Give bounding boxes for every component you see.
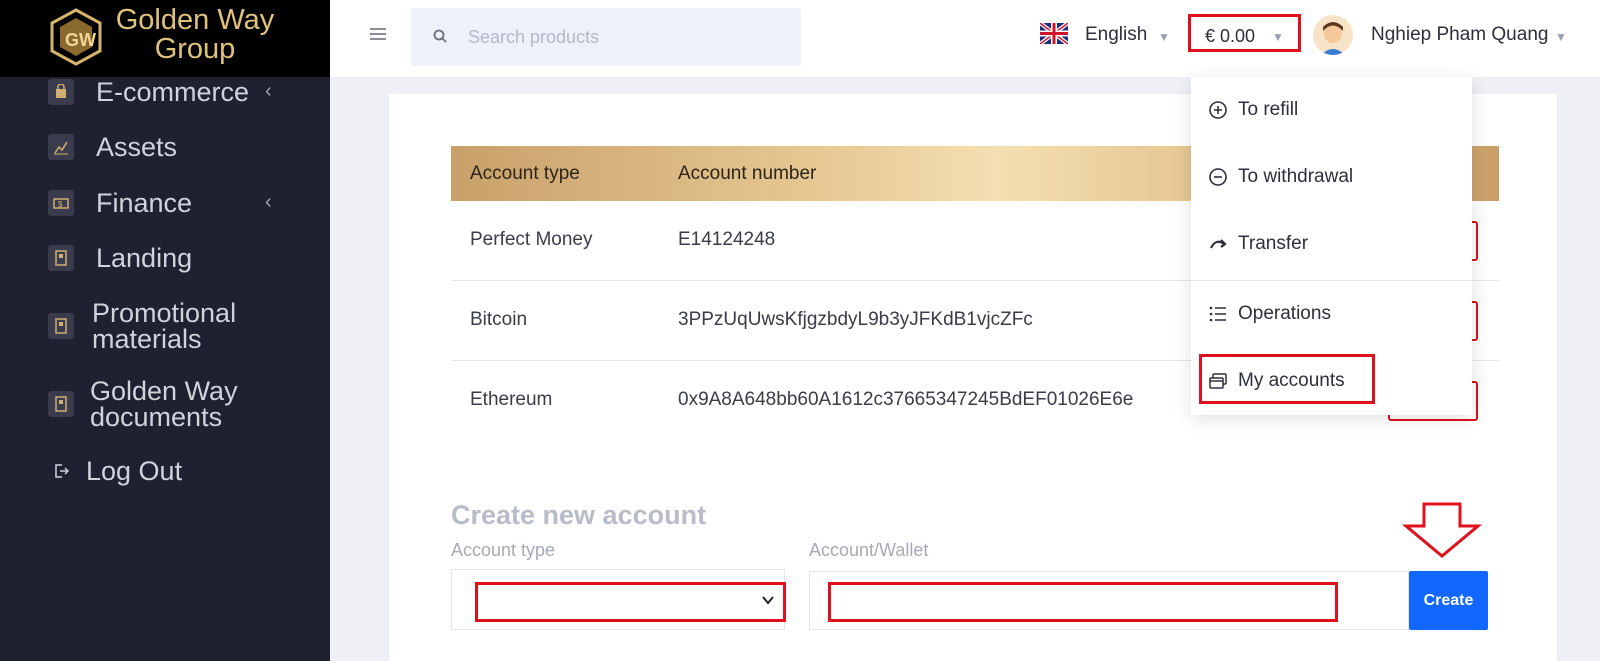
user-name[interactable]: Nghiep Pham Quang — [1371, 24, 1548, 46]
sidebar-item-promotional-materials[interactable]: Promotional materials — [48, 298, 237, 354]
chevron-down-icon[interactable]: ▼ — [1555, 30, 1567, 44]
logo-line-1: Golden Way — [115, 4, 275, 36]
balance-value: € 0.00 — [1205, 26, 1256, 46]
chart-line-icon — [48, 134, 74, 160]
chevron-left-icon[interactable]: ‹ — [265, 191, 272, 214]
menu-item-label: To withdrawal — [1238, 166, 1354, 187]
chevron-left-icon[interactable]: ‹ — [265, 80, 272, 103]
label-line-1: Promotional — [92, 298, 237, 328]
logo-line-2: Group — [154, 33, 236, 65]
down-arrow-annotation-icon — [1402, 502, 1482, 558]
sidebar-item-label: E-commerce — [96, 77, 250, 107]
sidebar-item-golden-way-documents[interactable]: Golden Way documents — [48, 376, 238, 432]
transfer-arrow-icon — [1210, 239, 1227, 249]
menu-item-label: To refill — [1238, 99, 1299, 120]
account-type-label: Account type — [451, 540, 556, 560]
column-header-account-type: Account type — [470, 163, 580, 184]
create-button[interactable]: Create — [1409, 571, 1488, 630]
account-number-cell: E14124248 — [678, 229, 776, 250]
menu-item-label: Operations — [1238, 303, 1331, 324]
logo-text: Golden Way Group — [110, 6, 280, 64]
wallet-label: Account/Wallet — [809, 540, 929, 560]
chevron-down-icon[interactable]: ▼ — [1158, 30, 1170, 44]
sidebar-item-landing[interactable]: Landing — [48, 243, 193, 273]
account-type-cell: Ethereum — [470, 389, 553, 410]
svg-text:GW: GW — [65, 30, 96, 50]
menu-item-to-refill[interactable]: To refill — [1191, 77, 1472, 143]
column-header-account-number: Account number — [678, 163, 817, 184]
logo[interactable]: GW Golden Way Group — [0, 0, 330, 77]
avatar[interactable] — [1313, 15, 1353, 55]
minus-circle-icon — [1209, 168, 1227, 186]
account-number-cell: 3PPzUqUwsKfjgzbdyL9b3yJFKdB1vjcZFc — [678, 309, 1033, 330]
label-line-2: documents — [90, 402, 223, 432]
document-icon — [48, 313, 74, 339]
chevron-down-icon: ▼ — [1272, 30, 1284, 44]
hamburger-menu-icon[interactable] — [370, 28, 386, 42]
sidebar-item-ecommerce[interactable]: E-commerce — [48, 77, 250, 107]
create-account-title: Create new account — [451, 500, 707, 530]
list-icon — [1209, 306, 1226, 322]
plus-circle-icon — [1209, 101, 1227, 119]
menu-item-label: Transfer — [1238, 233, 1309, 254]
account-type-cell: Perfect Money — [470, 229, 593, 250]
account-type-cell: Bitcoin — [470, 309, 528, 330]
menu-item-to-withdrawal[interactable]: To withdrawal — [1191, 144, 1472, 210]
search-box[interactable] — [411, 8, 801, 66]
menu-item-transfer[interactable]: Transfer — [1191, 211, 1472, 277]
sidebar-item-label: Assets — [96, 132, 178, 162]
sidebar-item-finance[interactable]: $ Finance — [48, 188, 193, 218]
label-line-1: Golden Way — [90, 376, 238, 406]
sidebar-item-label: Promotional materials — [92, 298, 237, 354]
search-icon — [433, 29, 447, 43]
sidebar-item-assets[interactable]: Assets — [48, 132, 178, 162]
highlight-box — [1199, 354, 1375, 404]
money-icon: $ — [48, 190, 74, 216]
logo-icon: GW — [50, 8, 102, 66]
label-line-2: materials — [92, 324, 202, 354]
menu-item-operations[interactable]: Operations — [1191, 281, 1472, 347]
language-selector[interactable]: English — [1085, 24, 1147, 46]
account-type-select-wrapper — [451, 569, 786, 630]
sidebar-item-logout[interactable]: Log Out — [48, 456, 183, 486]
sidebar-item-label: Log Out — [86, 456, 183, 486]
account-type-select[interactable] — [475, 582, 786, 622]
sidebar-item-label: Golden Way documents — [90, 376, 238, 432]
user-menu-dropdown: To refill To withdrawal Transfer Operati… — [1191, 77, 1472, 415]
document-icon — [48, 391, 74, 417]
sidebar: GW Golden Way Group E-commerce ‹ Assets … — [0, 0, 330, 661]
document-icon — [48, 245, 74, 271]
uk-flag-icon — [1040, 23, 1068, 44]
wallet-input-wrapper — [809, 571, 1409, 630]
svg-text:$: $ — [58, 200, 63, 209]
shopping-bag-icon — [48, 79, 74, 105]
account-number-cell: 0x9A8A648bb60A1612c37665347245BdEF01026E… — [678, 389, 1134, 410]
sidebar-item-label: Landing — [96, 243, 193, 273]
logout-icon — [48, 458, 74, 484]
balance-dropdown[interactable]: € 0.00 ▼ — [1188, 14, 1301, 52]
search-input[interactable] — [468, 22, 778, 52]
sidebar-item-label: Finance — [96, 188, 193, 218]
chevron-down-icon — [762, 596, 774, 605]
wallet-input[interactable] — [828, 582, 1338, 622]
